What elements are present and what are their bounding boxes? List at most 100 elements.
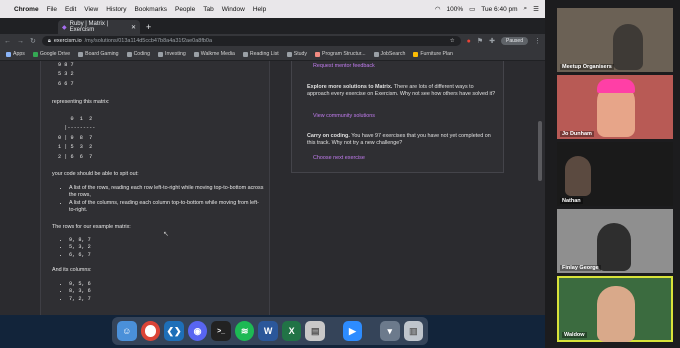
- folder-icon: [242, 51, 248, 57]
- bookmark-furniture-plan[interactable]: Furniture Plan: [413, 51, 453, 57]
- participant-name: Nathan: [560, 198, 583, 204]
- chrome-icon[interactable]: [140, 321, 161, 341]
- exercise-instructions: 9 8 7 5 3 2 6 6 7 representing this matr…: [40, 61, 270, 315]
- participant-video-active[interactable]: Waldow: [557, 276, 673, 342]
- bullet-list: A list of the rows, reading each row lef…: [69, 185, 265, 215]
- table-row: 0 | 9 8 7: [58, 134, 93, 141]
- page-icon: [413, 51, 419, 57]
- terminal-icon[interactable]: >_: [211, 321, 231, 341]
- menu-people[interactable]: People: [175, 6, 195, 13]
- menu-tab[interactable]: Tab: [203, 6, 213, 13]
- address-bar[interactable]: 🔒︎ exercism.io/my/solutions/013a114d5ccb…: [41, 36, 461, 46]
- menu-view[interactable]: View: [84, 6, 98, 13]
- battery-icon[interactable]: ▭: [469, 5, 475, 13]
- bookmark-program-structure[interactable]: Program Structur...: [315, 51, 366, 57]
- bookmarks-bar: Apps Google Drive Board Gaming Coding In…: [0, 48, 545, 61]
- extensions-puzzle-icon[interactable]: ✚: [489, 37, 495, 45]
- bookmark-board-gaming[interactable]: Board Gaming: [78, 51, 119, 57]
- list-item: 7, 2, 7: [69, 296, 91, 303]
- bookmark-apps[interactable]: Apps: [6, 51, 25, 57]
- cols-list: 9, 5, 6 8, 3, 6 7, 2, 7: [69, 281, 91, 303]
- excel-icon[interactable]: X: [281, 321, 302, 341]
- menu-window[interactable]: Window: [222, 6, 245, 13]
- table-rule: |---------: [58, 125, 96, 132]
- downloads-icon[interactable]: ▾: [380, 321, 400, 341]
- finder-icon[interactable]: ☺: [117, 321, 137, 341]
- url-host: exercism.io: [53, 38, 82, 44]
- trash-icon[interactable]: ▥: [403, 321, 424, 341]
- clock[interactable]: Tue 6:40 pm: [481, 6, 517, 13]
- menu-history[interactable]: History: [106, 6, 126, 13]
- extension-icon[interactable]: ●: [467, 38, 471, 45]
- extension-icon[interactable]: ⚑: [477, 37, 483, 45]
- list-item: 6, 6, 7: [69, 252, 91, 259]
- participant-name: Jo Dunham: [560, 131, 594, 137]
- matrix-line: 6 6 7: [58, 80, 74, 87]
- page-content: 9 8 7 5 3 2 6 6 7 representing this matr…: [0, 61, 545, 315]
- bookmark-reading-list[interactable]: Reading List: [242, 51, 279, 57]
- profile-paused-button[interactable]: Paused: [501, 37, 528, 45]
- menu-edit[interactable]: Edit: [65, 6, 76, 13]
- folder-icon: [78, 51, 84, 57]
- vscode-icon[interactable]: ❮❯: [164, 321, 184, 341]
- search-icon[interactable]: ⌕: [524, 5, 528, 13]
- view-community-solutions-link[interactable]: View community solutions: [313, 113, 375, 120]
- bookmark-coding[interactable]: Coding: [126, 51, 150, 57]
- hair-shape: [597, 79, 635, 93]
- word-icon[interactable]: W: [258, 321, 278, 341]
- exercism-favicon-icon: ◆: [62, 24, 67, 31]
- tab-title: Ruby | Matrix | Exercism: [69, 21, 109, 33]
- bookmark-google-drive[interactable]: Google Drive: [32, 51, 70, 57]
- browser-toolbar: ← → ↻ 🔒︎ exercism.io/my/solutions/013a11…: [0, 34, 545, 48]
- participant-video[interactable]: Jo Dunham: [557, 75, 673, 139]
- spotify-icon[interactable]: ≋: [234, 321, 255, 341]
- explore-title: Explore more solutions to Matrix.: [307, 84, 393, 90]
- participant-silhouette: [565, 156, 591, 196]
- bookmark-walkme-media[interactable]: Walkme Media: [193, 51, 235, 57]
- cols-intro-text: And its columns:: [52, 267, 92, 273]
- menu-bookmarks[interactable]: Bookmarks: [134, 6, 167, 13]
- next-steps-panel: Request mentor feedback Explore more sol…: [291, 61, 504, 173]
- participant-video[interactable]: Meetup Organisers: [557, 8, 673, 72]
- scrollbar-thumb[interactable]: [538, 121, 542, 181]
- participant-video[interactable]: Finlay George: [557, 209, 673, 273]
- new-tab-button[interactable]: +: [146, 20, 151, 34]
- menu-file[interactable]: File: [47, 6, 57, 13]
- close-tab-icon[interactable]: ✕: [131, 24, 136, 31]
- bookmark-study[interactable]: Study: [286, 51, 307, 57]
- bullet-item: A list of the rows, reading each row lef…: [69, 185, 265, 200]
- menu-kebab-icon[interactable]: ⋮: [534, 37, 541, 45]
- macos-menu-bar: Chrome File Edit View History Bookmarks …: [0, 0, 545, 18]
- folder-icon: [158, 51, 164, 57]
- participant-silhouette: [597, 223, 631, 271]
- rows-list: 9, 8, 7 5, 3, 2 6, 6, 7: [69, 237, 91, 259]
- page-scrollbar[interactable]: [538, 61, 542, 315]
- star-icon[interactable]: ☆: [450, 38, 455, 44]
- table-row: 2 | 6 6 7: [58, 153, 93, 160]
- choose-next-exercise-link[interactable]: Choose next exercise: [313, 155, 365, 162]
- tab-exercism[interactable]: ◆ Ruby | Matrix | Exercism ✕: [58, 20, 140, 34]
- spit-out-text: your code should be able to spit out:: [52, 171, 139, 177]
- back-icon[interactable]: ←: [4, 38, 11, 45]
- forward-icon[interactable]: →: [17, 38, 24, 45]
- menu-app-name[interactable]: Chrome: [14, 6, 39, 13]
- participant-name: Meetup Organisers: [560, 64, 614, 70]
- folder-icon: [286, 51, 292, 57]
- participant-video[interactable]: Nathan: [557, 142, 673, 206]
- macos-dock: ☺ ❮❯ ◉ >_ ≋ W X ▤ ▶ ▾ ▥: [112, 317, 428, 345]
- request-mentor-link[interactable]: Request mentor feedback: [313, 63, 375, 70]
- zoom-icon[interactable]: ▶: [342, 321, 363, 341]
- list-item: 9, 5, 6: [69, 281, 91, 288]
- reload-icon[interactable]: ↻: [30, 37, 36, 45]
- wifi-icon[interactable]: ◠: [435, 5, 441, 13]
- battery-percent[interactable]: 100%: [446, 6, 463, 13]
- participant-name: Waldow: [562, 332, 587, 338]
- bookmark-investing[interactable]: Investing: [158, 51, 186, 57]
- carry-on-section: Carry on coding. You have 97 exercises t…: [307, 133, 497, 147]
- bookmark-jobsearch[interactable]: JobSearch: [373, 51, 405, 57]
- menu-status-area: ◠ 100% ▭ Tue 6:40 pm ⌕ ☰: [435, 5, 545, 13]
- control-center-icon[interactable]: ☰: [533, 5, 539, 13]
- preview-icon[interactable]: ▤: [305, 321, 325, 341]
- discord-icon[interactable]: ◉: [187, 321, 208, 341]
- menu-help[interactable]: Help: [253, 6, 266, 13]
